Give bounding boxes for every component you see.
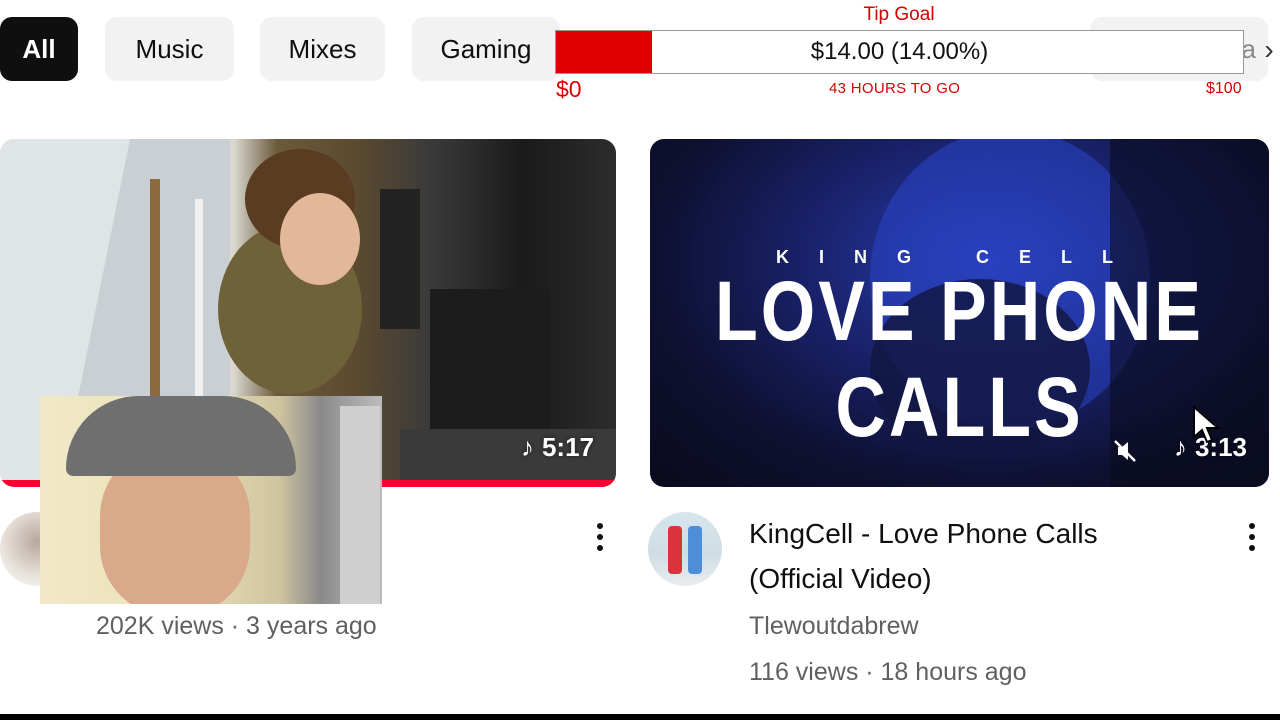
tip-goal-bar: $14.00 (14.00%) bbox=[555, 30, 1244, 74]
more-options-icon[interactable] bbox=[1241, 517, 1263, 557]
chip-gaming[interactable]: Gaming bbox=[412, 17, 560, 81]
tip-goal-amount: $14.00 (14.00%) bbox=[810, 38, 989, 65]
channel-avatar-2[interactable] bbox=[648, 512, 722, 586]
tip-goal-title: Tip Goal bbox=[863, 4, 935, 25]
webcam-mic-stand bbox=[340, 406, 380, 604]
chip-music[interactable]: Music bbox=[105, 17, 234, 81]
music-note-icon: ♪ bbox=[520, 432, 534, 462]
tip-goal-time-left: 43 HOURS TO GO bbox=[829, 80, 961, 97]
music-note-icon: ♪ bbox=[1173, 432, 1187, 462]
streamer-webcam bbox=[40, 396, 382, 604]
duration-text: 5:17 bbox=[541, 432, 594, 462]
chevron-right-icon[interactable]: › bbox=[1258, 28, 1280, 72]
thumbnail-title: LOVE PHONE CALLS bbox=[715, 264, 1204, 454]
video-title-2[interactable]: KingCell - Love Phone Calls (Official Vi… bbox=[749, 511, 1189, 601]
chip-mixes[interactable]: Mixes bbox=[260, 17, 385, 81]
more-options-icon[interactable] bbox=[589, 517, 611, 557]
tip-goal-max: $100 bbox=[1206, 80, 1242, 97]
mute-icon[interactable] bbox=[1112, 438, 1138, 464]
chip-all[interactable]: All bbox=[0, 17, 78, 81]
channel-name-2[interactable]: Tlewoutdabrew bbox=[749, 612, 919, 641]
bottom-edge bbox=[0, 714, 1280, 720]
tip-goal-min: $0 bbox=[556, 76, 582, 102]
video-stats-1: 202K views · 3 years ago bbox=[96, 612, 377, 640]
mouse-cursor-icon bbox=[1193, 405, 1221, 444]
webcam-cap bbox=[66, 396, 296, 476]
video-thumbnail-2[interactable]: KING CELL LOVE PHONE CALLS ♪ 3:13 bbox=[650, 139, 1269, 487]
video-stats-2: 116 views · 18 hours ago bbox=[749, 658, 1027, 686]
video-duration-1: ♪ 5:17 bbox=[521, 432, 594, 463]
